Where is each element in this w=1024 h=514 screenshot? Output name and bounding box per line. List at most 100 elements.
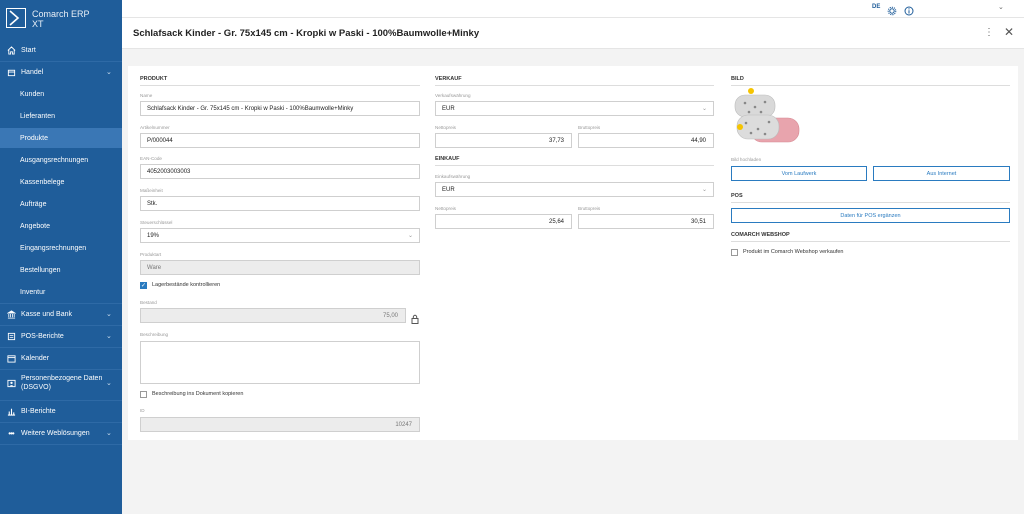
section-title-verkauf: VERKAUF: [435, 76, 714, 86]
sidebar-item-dsgvo[interactable]: Personenbezogene Daten (DSGVO) ⌄: [0, 370, 122, 396]
home-icon: [6, 45, 16, 55]
sidebar-item-weitere-webloesungen[interactable]: ••• Weitere Weblösungen ⌄: [0, 423, 122, 443]
sidebar-item-label: Bestellungen: [20, 266, 61, 274]
chevron-down-icon[interactable]: ⌄: [998, 3, 1004, 11]
produktart-label: Produktart: [140, 252, 162, 257]
app-title: Comarch ERP XT: [32, 9, 90, 29]
lager-checkbox[interactable]: ✓: [140, 282, 147, 289]
webshop-checkbox-label: Produkt im Comarch Webshop verkaufen: [743, 249, 844, 255]
verkauf-netto-field[interactable]: 37,73: [435, 133, 572, 148]
chart-icon: [6, 406, 16, 416]
kopieren-checkbox[interactable]: [140, 391, 147, 398]
sidebar-item-start[interactable]: Start: [0, 40, 122, 60]
kopieren-checkbox-label: Beschreibung ins Dokument kopieren: [152, 391, 244, 397]
top-bar: DE ⌄: [122, 0, 1024, 17]
sidebar-item-eingangsrechnungen[interactable]: Eingangsrechnungen: [0, 238, 122, 258]
einkauf-brutto-label: Bruttopreis: [578, 206, 601, 211]
einkauf-netto-field[interactable]: 25,64: [435, 214, 572, 229]
close-icon[interactable]: ✕: [1004, 25, 1014, 39]
product-form: PRODUKT Name Schlafsack Kinder - Gr. 75x…: [128, 66, 1018, 440]
sidebar-item-bestellungen[interactable]: Bestellungen: [0, 260, 122, 280]
brand[interactable]: Comarch ERP XT: [6, 8, 120, 30]
name-label: Name: [140, 93, 153, 98]
sidebar-item-label: Eingangsrechnungen: [20, 244, 87, 252]
sidebar-item-label: Produkte: [20, 134, 49, 142]
chevron-down-icon: ⌄: [106, 380, 112, 387]
sidebar-item-label: Kasse und Bank: [21, 310, 72, 318]
calendar-icon: [6, 353, 16, 363]
sidebar-item-label: Aufträge: [20, 200, 47, 208]
sidebar-item-label: Handel: [21, 68, 44, 76]
sidebar-item-label: Angebote: [20, 222, 50, 230]
id-field: 10247: [140, 417, 420, 432]
id-label: ID: [140, 408, 145, 413]
sidebar-item-label: Inventur: [20, 288, 46, 296]
artikelnummer-label: Artikelnummer: [140, 125, 170, 130]
sidebar-item-bi-berichte[interactable]: BI-Berichte: [0, 401, 122, 421]
chevron-down-icon: ⌄: [701, 187, 707, 193]
receipt-icon: [6, 331, 16, 341]
chevron-down-icon: ⌄: [106, 430, 112, 437]
webshop-checkbox[interactable]: [731, 249, 738, 256]
sidebar-item-label: BI-Berichte: [21, 407, 56, 415]
beschreibung-label: Beschreibung: [140, 332, 169, 337]
sidebar-item-kassenbelege[interactable]: Kassenbelege: [0, 172, 122, 192]
lager-checkbox-label: Lagerbestände kontrollieren: [152, 282, 221, 288]
einkaufswaehrung-value: EUR: [442, 186, 455, 193]
dots-icon: •••: [8, 428, 14, 438]
artikelnummer-field[interactable]: P/000044: [140, 133, 420, 148]
produktart-field: Ware: [140, 260, 420, 275]
einkaufswaehrung-select[interactable]: EUR ⌄: [435, 182, 714, 197]
sidebar-item-label: Kalender: [21, 354, 50, 362]
sidebar-item-handel[interactable]: Handel ⌄: [0, 62, 122, 82]
aus-internet-button[interactable]: Aus Internet: [873, 166, 1010, 181]
product-image: [731, 85, 803, 145]
lock-icon[interactable]: [411, 311, 419, 329]
comarch-logo-icon: [6, 8, 26, 28]
sidebar-item-label: POS-Berichte: [21, 332, 64, 340]
sidebar-item-label: Ausgangsrechnungen: [20, 156, 89, 164]
sidebar-item-pos-berichte[interactable]: POS-Berichte ⌄: [0, 326, 122, 346]
sidebar-item-kalender[interactable]: Kalender: [0, 348, 122, 368]
sidebar-item-inventur[interactable]: Inventur: [0, 282, 122, 302]
sidebar-item-kasse-und-bank[interactable]: Kasse und Bank ⌄: [0, 304, 122, 324]
beschreibung-textarea[interactable]: [140, 341, 420, 384]
verkaufswaehrung-select[interactable]: EUR ⌄: [435, 101, 714, 116]
name-field[interactable]: Schlafsack Kinder - Gr. 75x145 cm - Krop…: [140, 101, 420, 116]
einkauf-brutto-field[interactable]: 30,51: [578, 214, 714, 229]
bild-hochladen-label: Bild hochladen: [731, 157, 762, 162]
page-title: Schlafsack Kinder - Gr. 75x145 cm - Krop…: [133, 28, 480, 39]
sidebar-item-label: Kassenbelege: [20, 178, 65, 186]
bank-icon: [6, 309, 16, 319]
sidebar-item-label: Lieferanten: [20, 112, 56, 120]
language-switch[interactable]: DE: [872, 4, 880, 10]
steuer-select[interactable]: 19% ⌄: [140, 228, 420, 243]
verkauf-brutto-field[interactable]: 44,90: [578, 133, 714, 148]
chevron-down-icon: ⌄: [701, 106, 707, 112]
pos-daten-button[interactable]: Daten für POS ergänzen: [731, 208, 1010, 223]
sidebar-item-auftraege[interactable]: Aufträge: [0, 194, 122, 214]
einkauf-netto-label: Nettopreis: [435, 206, 456, 211]
sidebar-item-label: Start: [21, 46, 36, 54]
sidebar-item-angebote[interactable]: Angebote: [0, 216, 122, 236]
section-title-produkt: PRODUKT: [140, 76, 420, 86]
ean-field[interactable]: 4052003003003: [140, 164, 420, 179]
sidebar-item-ausgangsrechnungen[interactable]: Ausgangsrechnungen: [0, 150, 122, 170]
sidebar-item-kunden[interactable]: Kunden: [0, 84, 122, 104]
more-options-icon[interactable]: ⋮: [984, 27, 994, 38]
chevron-down-icon: ⌄: [106, 69, 112, 76]
sidebar-item-lieferanten[interactable]: Lieferanten: [0, 106, 122, 126]
verkaufswaehrung-label: Verkaufswährung: [435, 93, 471, 98]
steuer-value: 19%: [147, 232, 160, 239]
chevron-down-icon: ⌄: [106, 333, 112, 340]
masseinheit-field[interactable]: Stk.: [140, 196, 420, 211]
ean-label: EAN-Code: [140, 156, 162, 161]
verkauf-netto-label: Nettopreis: [435, 125, 456, 130]
sidebar-item-produkte[interactable]: Produkte: [0, 128, 122, 148]
sidebar-item-label: Kunden: [20, 90, 45, 98]
einkaufswaehrung-label: Einkaufswährung: [435, 174, 471, 179]
masseinheit-label: Maßeinheit: [140, 188, 163, 193]
vom-laufwerk-button[interactable]: Vom Laufwerk: [731, 166, 867, 181]
sidebar-item-label: Personenbezogene Daten (DSGVO): [21, 375, 103, 391]
sidebar: Comarch ERP XT Start Handel ⌄ Kunden Lie…: [0, 0, 122, 514]
